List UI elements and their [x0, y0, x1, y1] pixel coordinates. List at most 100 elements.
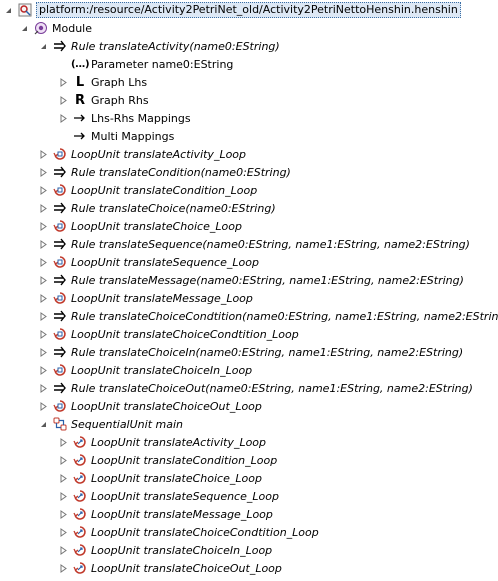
tree-item-loop-unit[interactable]: LoopUnit translateSequence_Loop [0, 253, 498, 271]
module-label: Module [52, 21, 92, 35]
tree-item-loop-unit[interactable]: LoopUnit translateChoiceOut_Loop [0, 397, 498, 415]
rule-arrow-icon [53, 309, 67, 323]
loop-unit-label: LoopUnit translateChoiceIn_Loop [71, 363, 253, 377]
tree-item-loop-unit[interactable]: LoopUnit translateMessage_Loop [0, 289, 498, 307]
parameter-icon: (...) [70, 58, 90, 70]
collapsed-toggle-icon[interactable] [39, 217, 48, 235]
rule-label: Rule translateChoiceIn(name0:EString, na… [71, 345, 464, 359]
collapsed-toggle-icon[interactable] [39, 163, 48, 181]
tree-item-lhs-rhs-mappings[interactable]: Lhs-Rhs Mappings [0, 109, 498, 127]
sequential-unit-icon [53, 417, 67, 431]
tree-item-loop-unit[interactable]: LoopUnit translateChoiceCondtition_Loop [0, 325, 498, 343]
collapsed-toggle-icon[interactable] [59, 505, 68, 523]
rule-label: Rule translateMessage(name0:EString, nam… [71, 273, 464, 287]
tree-item-sequential-loop-unit[interactable]: LoopUnit translateMessage_Loop [0, 505, 498, 523]
tree-item-loop-unit[interactable]: LoopUnit translateActivity_Loop [0, 145, 498, 163]
collapsed-toggle-icon[interactable] [59, 451, 68, 469]
henshin-file-icon [18, 3, 32, 17]
collapsed-toggle-icon[interactable] [59, 559, 68, 577]
loop-unit-icon [53, 399, 67, 413]
tree-item-parameter[interactable]: (...) Parameter name0:EString [0, 55, 498, 73]
collapsed-toggle-icon[interactable] [39, 199, 48, 217]
expand-toggle-icon[interactable] [4, 1, 13, 19]
loop-unit-icon [53, 183, 67, 197]
loop-unit-label: LoopUnit translateActivity_Loop [71, 147, 247, 161]
tree-item-loop-unit[interactable]: LoopUnit translateCondition_Loop [0, 181, 498, 199]
collapsed-toggle-icon[interactable] [39, 307, 48, 325]
multi-mappings-label: Multi Mappings [91, 129, 175, 143]
rule-arrow-icon [53, 381, 67, 395]
tree-item-rule-translate-activity[interactable]: Rule translateActivity(name0:EString) [0, 37, 498, 55]
collapsed-toggle-icon[interactable] [39, 181, 48, 199]
tree-item-sequential-loop-unit[interactable]: LoopUnit translateCondition_Loop [0, 451, 498, 469]
loop-unit-label: LoopUnit translateChoiceCondtition_Loop [71, 327, 299, 341]
collapsed-toggle-icon[interactable] [39, 235, 48, 253]
tree-item-rule[interactable]: Rule translateChoice(name0:EString) [0, 199, 498, 217]
tree-item-sequential-loop-unit[interactable]: LoopUnit translateChoiceCondtition_Loop [0, 523, 498, 541]
tree-item-sequential-loop-unit[interactable]: LoopUnit translateActivity_Loop [0, 433, 498, 451]
parameter-label: Parameter name0:EString [91, 57, 234, 71]
tree-item-graph-lhs[interactable]: L Graph Lhs [0, 73, 498, 91]
expand-toggle-icon[interactable] [39, 37, 48, 55]
collapsed-toggle-icon[interactable] [39, 325, 48, 343]
sequential-loop-unit-label: LoopUnit translateCondition_Loop [91, 453, 278, 467]
collapsed-toggle-icon[interactable] [39, 253, 48, 271]
collapsed-toggle-icon[interactable] [59, 109, 68, 127]
collapsed-toggle-icon[interactable] [39, 271, 48, 289]
tree-item-root[interactable]: platform:/resource/Activity2PetriNet_old… [0, 1, 498, 19]
collapsed-toggle-icon[interactable] [59, 73, 68, 91]
collapsed-toggle-icon[interactable] [39, 379, 48, 397]
collapsed-toggle-icon[interactable] [59, 541, 68, 559]
tree-item-rule[interactable]: Rule translateSequence(name0:EString, na… [0, 235, 498, 253]
tree-item-module[interactable]: Module [0, 19, 498, 37]
tree-item-rule[interactable]: Rule translateChoiceIn(name0:EString, na… [0, 343, 498, 361]
module-icon [34, 21, 48, 35]
tree-item-rule[interactable]: Rule translateChoiceOut(name0:EString, n… [0, 379, 498, 397]
tree-item-rule[interactable]: Rule translateMessage(name0:EString, nam… [0, 271, 498, 289]
tree-item-rule[interactable]: Rule translateChoiceCondtition(name0:ESt… [0, 307, 498, 325]
loop-unit-label: LoopUnit translateChoiceOut_Loop [71, 399, 262, 413]
loop-unit-icon [53, 255, 67, 269]
rule-arrow-icon [53, 273, 67, 287]
rule-arrow-icon [53, 237, 67, 251]
collapsed-toggle-icon[interactable] [59, 469, 68, 487]
tree-item-sequential-loop-unit[interactable]: LoopUnit translateChoiceIn_Loop [0, 541, 498, 559]
sequential-unit-label: SequentialUnit main [71, 417, 183, 431]
tree-item-sequential-unit[interactable]: SequentialUnit main [0, 415, 498, 433]
lhs-rhs-mappings-label: Lhs-Rhs Mappings [91, 111, 191, 125]
loop-unit-reference-icon [73, 471, 87, 485]
loop-unit-label: LoopUnit translateCondition_Loop [71, 183, 258, 197]
tree-item-loop-unit[interactable]: LoopUnit translateChoiceIn_Loop [0, 361, 498, 379]
tree-item-graph-rhs[interactable]: R Graph Rhs [0, 91, 498, 109]
loop-unit-label: LoopUnit translateMessage_Loop [71, 291, 253, 305]
collapsed-toggle-icon[interactable] [59, 433, 68, 451]
tree-item-multi-mappings[interactable]: Multi Mappings [0, 127, 498, 145]
rule-arrow-icon [53, 201, 67, 215]
loop-unit-reference-icon [73, 435, 87, 449]
tree-item-sequential-loop-unit[interactable]: LoopUnit translateChoice_Loop [0, 469, 498, 487]
collapsed-toggle-icon[interactable] [59, 91, 68, 109]
rule-label: Rule translateChoiceOut(name0:EString, n… [71, 381, 473, 395]
rule-label: Rule translateActivity(name0:EString) [71, 39, 280, 53]
tree-item-rule[interactable]: Rule translateCondition(name0:EString) [0, 163, 498, 181]
collapsed-toggle-icon[interactable] [39, 343, 48, 361]
expand-toggle-icon[interactable] [20, 19, 29, 37]
mapping-arrow-icon [73, 129, 87, 143]
loop-unit-reference-icon [73, 525, 87, 539]
sequential-loop-unit-label: LoopUnit translateMessage_Loop [91, 507, 273, 521]
collapsed-toggle-icon[interactable] [59, 487, 68, 505]
expand-toggle-icon[interactable] [39, 415, 48, 433]
loop-unit-reference-icon [73, 543, 87, 557]
tree-item-loop-unit[interactable]: LoopUnit translateChoice_Loop [0, 217, 498, 235]
sequential-loop-unit-label: LoopUnit translateChoice_Loop [91, 471, 262, 485]
sequential-loop-unit-label: LoopUnit translateChoiceIn_Loop [91, 543, 273, 557]
tree-item-sequential-loop-unit[interactable]: LoopUnit translateSequence_Loop [0, 487, 498, 505]
collapsed-toggle-icon[interactable] [39, 397, 48, 415]
collapsed-toggle-icon[interactable] [39, 145, 48, 163]
collapsed-toggle-icon[interactable] [59, 523, 68, 541]
rule-label: Rule translateChoiceCondtition(name0:ESt… [71, 309, 498, 323]
collapsed-toggle-icon[interactable] [39, 289, 48, 307]
loop-unit-reference-icon [73, 453, 87, 467]
collapsed-toggle-icon[interactable] [39, 361, 48, 379]
tree-item-sequential-loop-unit[interactable]: LoopUnit translateChoiceOut_Loop [0, 559, 498, 577]
